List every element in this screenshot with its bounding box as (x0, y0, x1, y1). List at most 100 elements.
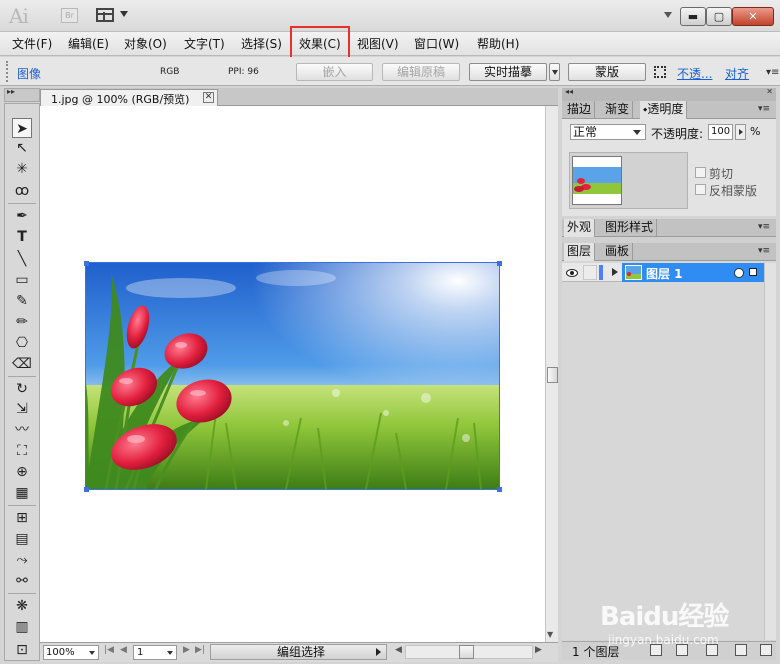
tab-appearance[interactable]: 外观 (564, 219, 596, 237)
last-artboard-icon[interactable]: ▶| (195, 645, 205, 655)
direct-selection-tool-icon[interactable]: ↖ (12, 138, 32, 158)
zoom-select[interactable]: 100% (43, 645, 99, 660)
status-menu-arrow-icon[interactable] (376, 648, 381, 656)
scroll-right-icon[interactable]: ▶ (535, 645, 542, 655)
bridge-button[interactable]: Br (61, 8, 78, 23)
layer-selection-indicator[interactable] (749, 268, 757, 276)
placed-image[interactable] (85, 262, 500, 490)
gradient-tool-icon[interactable]: ▤ (12, 529, 32, 549)
opacity-link[interactable]: 不透... (677, 65, 712, 82)
lasso-tool-icon[interactable]: ꝏ (12, 181, 32, 201)
rectangle-tool-icon[interactable]: ▭ (12, 270, 32, 290)
scale-tool-icon[interactable]: ⇲ (12, 399, 32, 419)
workspace-switcher-icon[interactable] (664, 12, 672, 18)
tab-graphic-styles[interactable]: 图形样式 (602, 219, 658, 237)
layer-name[interactable]: 图层 1 (646, 265, 683, 282)
column-graph-tool-icon[interactable]: ▥ (12, 617, 32, 637)
artboard-tool-icon[interactable]: ⊡ (12, 640, 32, 660)
close-tab-icon[interactable]: ✕ (203, 92, 214, 103)
panel-menu-icon[interactable]: ▾≡ (758, 222, 770, 232)
mesh-tool-icon[interactable]: ⊞ (12, 508, 32, 528)
layer-color-swatch (599, 265, 603, 280)
line-segment-tool-icon[interactable]: ╲ (12, 249, 32, 269)
embed-button[interactable]: 嵌入 (296, 63, 373, 81)
panel-menu-icon[interactable]: ▾≡ (758, 104, 770, 114)
arrange-documents-button[interactable] (96, 8, 130, 24)
warp-tool-icon[interactable]: 〰 (12, 420, 32, 440)
opacity-stepper[interactable] (735, 124, 746, 140)
type-tool-icon[interactable]: T (12, 227, 32, 247)
artboard-select[interactable]: 1 (133, 645, 177, 660)
bounding-box-handle[interactable] (84, 487, 89, 492)
paintbrush-tool-icon[interactable]: ✎ (12, 291, 32, 311)
layer-target-icon[interactable] (734, 268, 744, 278)
menu-file[interactable]: 文件(F) (12, 36, 52, 52)
first-artboard-icon[interactable]: |◀ (104, 645, 114, 655)
scroll-down-icon[interactable]: ▼ (547, 630, 553, 639)
previous-artboard-icon[interactable]: ◀ (120, 645, 127, 655)
panel-dock-header[interactable]: ◂◂ ✕ (562, 87, 776, 101)
menu-edit[interactable]: 编辑(E) (68, 36, 109, 52)
magic-wand-tool-icon[interactable]: ✳ (12, 159, 32, 179)
mask-button[interactable]: 蒙版 (568, 63, 646, 81)
bounding-box-handle[interactable] (497, 487, 502, 492)
maximize-button[interactable]: ▢ (706, 7, 732, 26)
perspective-grid-tool-icon[interactable]: ▦ (12, 483, 32, 503)
edit-original-button[interactable]: 编辑原稿 (382, 63, 460, 81)
rotate-tool-icon[interactable]: ↻ (12, 379, 32, 399)
free-transform-tool-icon[interactable]: ⛶ (12, 441, 32, 461)
layers-panel (562, 261, 776, 640)
chevron-down-icon (167, 651, 173, 655)
panel-menu-icon[interactable]: ▾≡ (758, 246, 770, 256)
eyedropper-tool-icon[interactable]: ⤳ (12, 550, 32, 570)
document-tab-title[interactable]: 1.jpg @ 100% (RGB/预览) (51, 91, 189, 107)
shape-builder-tool-icon[interactable]: ⊕ (12, 462, 32, 482)
menu-type[interactable]: 文字(T) (184, 36, 225, 52)
new-layer-icon[interactable] (735, 644, 747, 656)
selection-tool-icon[interactable]: ➤ (12, 118, 32, 138)
tab-artboards[interactable]: 画板 (602, 243, 634, 261)
tab-layers[interactable]: 图层 (564, 243, 596, 261)
tools-panel-header[interactable]: ▸▸ (4, 87, 40, 102)
control-menu-icon[interactable]: ▾≡ (766, 67, 779, 78)
delete-layer-icon[interactable] (760, 644, 772, 656)
opacity-input[interactable]: 100 (708, 124, 733, 140)
menu-help[interactable]: 帮助(H) (477, 36, 519, 52)
minimize-button[interactable]: ▬ (680, 7, 706, 26)
bounding-box-handle[interactable] (84, 261, 89, 266)
close-button[interactable]: ✕ (732, 7, 774, 26)
symbol-sprayer-tool-icon[interactable]: ❋ (12, 596, 32, 616)
menu-window[interactable]: 窗口(W) (414, 36, 459, 52)
object-type-link[interactable]: 图像 (17, 65, 41, 82)
next-artboard-icon[interactable]: ▶ (183, 645, 190, 655)
menu-object[interactable]: 对象(O) (124, 36, 167, 52)
eye-icon[interactable] (566, 267, 578, 277)
align-link[interactable]: 对齐 (725, 65, 749, 82)
blend-tool-icon[interactable]: ⚯ (12, 571, 32, 591)
live-trace-button[interactable]: 实时描摹 (469, 63, 547, 81)
control-bar-grip[interactable] (6, 61, 10, 82)
blend-mode-select[interactable]: 正常 (570, 124, 646, 140)
vertical-scroll-thumb[interactable] (547, 367, 558, 383)
tracing-presets-dropdown[interactable] (549, 63, 560, 81)
scroll-left-icon[interactable]: ◀ (395, 645, 402, 655)
horizontal-scroll-thumb[interactable] (459, 645, 474, 659)
eraser-tool-icon[interactable]: ⌫ (12, 354, 32, 374)
pen-tool-icon[interactable]: ✒ (12, 206, 32, 226)
menu-select[interactable]: 选择(S) (241, 36, 282, 52)
transform-frame-icon[interactable] (654, 66, 666, 78)
expand-layer-icon[interactable] (612, 268, 618, 276)
clip-checkbox[interactable] (695, 167, 706, 178)
tab-stroke[interactable]: 描边 (564, 101, 596, 119)
status-display[interactable]: 编组选择 (210, 644, 387, 660)
invert-mask-checkbox[interactable] (695, 184, 706, 195)
blob-brush-tool-icon[interactable]: ⎔ (12, 333, 32, 353)
tab-transparency[interactable]: ⬩透明度 (640, 101, 688, 119)
pencil-tool-icon[interactable]: ✏ (12, 312, 32, 332)
layers-scrollbar[interactable] (764, 263, 776, 640)
transparency-thumbnail[interactable] (572, 156, 622, 205)
tab-gradient[interactable]: 渐变 (602, 101, 634, 119)
menu-view[interactable]: 视图(V) (357, 36, 399, 52)
lock-toggle[interactable] (583, 265, 597, 280)
bounding-box-handle[interactable] (497, 261, 502, 266)
